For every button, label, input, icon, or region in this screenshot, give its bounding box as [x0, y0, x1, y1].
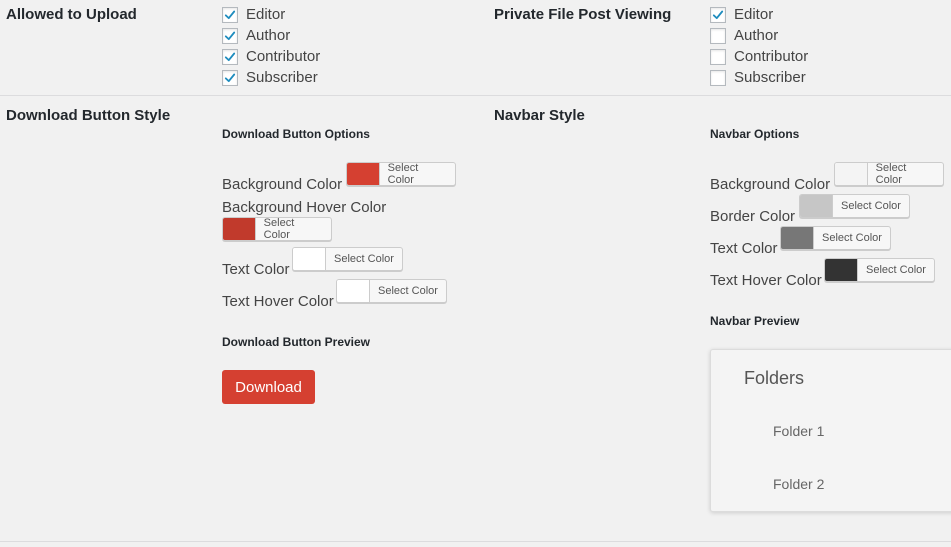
- checkbox[interactable]: [710, 27, 726, 44]
- checkmark-icon: [712, 10, 724, 19]
- checkbox[interactable]: [222, 6, 238, 23]
- checkbox-label: Editor: [734, 6, 774, 23]
- download-preview-button[interactable]: Download: [222, 370, 315, 404]
- dl-text-color-label: Text Color: [222, 261, 290, 278]
- color-swatch: [337, 280, 370, 302]
- navbar-preview-item[interactable]: Folder 2: [773, 476, 824, 492]
- color-swatch: [223, 218, 256, 240]
- nav-text-hover-color-picker[interactable]: Select Color: [824, 258, 935, 282]
- navbar-preview-title: Navbar Preview: [710, 314, 800, 328]
- nav-text-color-picker[interactable]: Select Color: [780, 226, 891, 250]
- private-option-editor[interactable]: Editor: [710, 4, 808, 25]
- checkbox[interactable]: [710, 48, 726, 65]
- upload-checkbox-group: Editor Author Contributor Subscriber: [222, 4, 320, 88]
- allowed-to-upload-heading: Allowed to Upload: [6, 6, 137, 23]
- private-option-contributor[interactable]: Contributor: [710, 46, 808, 67]
- select-color-label: Select Color: [334, 253, 394, 265]
- checkbox-label: Contributor: [734, 48, 809, 65]
- navbar-style-heading: Navbar Style: [494, 107, 585, 124]
- upload-option-subscriber[interactable]: Subscriber: [222, 67, 320, 88]
- nav-text-hover-color-label: Text Hover Color: [710, 272, 822, 289]
- checkbox[interactable]: [222, 69, 238, 86]
- dl-text-hover-color-label: Text Hover Color: [222, 293, 334, 310]
- select-color-label: Select Color: [822, 232, 882, 244]
- private-option-subscriber[interactable]: Subscriber: [710, 67, 808, 88]
- checkmark-icon: [224, 31, 236, 40]
- color-swatch: [800, 195, 833, 217]
- color-swatch: [835, 163, 868, 185]
- checkbox-label: Contributor: [246, 48, 321, 65]
- color-swatch: [347, 163, 380, 185]
- section-divider: [0, 95, 951, 96]
- dl-bg-color-picker[interactable]: Select Color: [346, 162, 456, 186]
- checkmark-icon: [224, 10, 236, 19]
- checkmark-icon: [224, 73, 236, 82]
- select-color-label: Select Color: [263, 217, 295, 241]
- nav-bg-color-picker[interactable]: Select Color: [834, 162, 944, 186]
- checkbox[interactable]: [222, 48, 238, 65]
- upload-option-author[interactable]: Author: [222, 25, 320, 46]
- dl-bg-hover-color-label: Background Hover Color: [222, 199, 387, 216]
- navbar-options-title: Navbar Options: [710, 127, 800, 141]
- checkbox[interactable]: [710, 6, 726, 23]
- select-color-label: Select Color: [875, 162, 907, 186]
- upload-option-contributor[interactable]: Contributor: [222, 46, 320, 67]
- select-color-label: Select Color: [841, 200, 901, 212]
- download-button-preview-title: Download Button Preview: [222, 335, 371, 349]
- select-color-label: Select Color: [866, 264, 926, 276]
- checkbox[interactable]: [222, 27, 238, 44]
- select-color-label: Select Color: [378, 285, 438, 297]
- navbar-preview-item[interactable]: Folder 1: [773, 423, 824, 439]
- color-swatch: [293, 248, 326, 270]
- nav-border-color-picker[interactable]: Select Color: [799, 194, 910, 218]
- nav-text-color-label: Text Color: [710, 240, 778, 257]
- select-color-label: Select Color: [387, 162, 419, 186]
- dl-bg-hover-color-picker[interactable]: Select Color: [222, 217, 332, 241]
- checkbox-label: Author: [246, 27, 291, 44]
- download-button-options-title: Download Button Options: [222, 127, 370, 141]
- checkbox-label: Author: [734, 27, 779, 44]
- private-viewing-checkbox-group: Editor Author Contributor Subscriber: [710, 4, 808, 88]
- dl-text-color-picker[interactable]: Select Color: [292, 247, 403, 271]
- download-button-style-heading: Download Button Style: [6, 107, 171, 124]
- dl-text-hover-color-picker[interactable]: Select Color: [336, 279, 447, 303]
- checkmark-icon: [224, 52, 236, 61]
- navbar-preview-heading: Folders: [744, 368, 805, 388]
- checkbox[interactable]: [710, 69, 726, 86]
- navbar-preview: Folders Folder 1 Folder 2: [710, 349, 951, 512]
- section-divider-bottom: [0, 541, 951, 542]
- dl-bg-color-label: Background Color: [222, 176, 343, 193]
- private-file-post-viewing-heading: Private File Post Viewing: [494, 6, 672, 23]
- nav-border-color-label: Border Color: [710, 208, 796, 225]
- color-swatch: [825, 259, 858, 281]
- checkbox-label: Editor: [246, 6, 286, 23]
- checkbox-label: Subscriber: [734, 69, 806, 86]
- nav-bg-color-label: Background Color: [710, 176, 831, 193]
- color-swatch: [781, 227, 814, 249]
- private-option-author[interactable]: Author: [710, 25, 808, 46]
- upload-option-editor[interactable]: Editor: [222, 4, 320, 25]
- checkbox-label: Subscriber: [246, 69, 318, 86]
